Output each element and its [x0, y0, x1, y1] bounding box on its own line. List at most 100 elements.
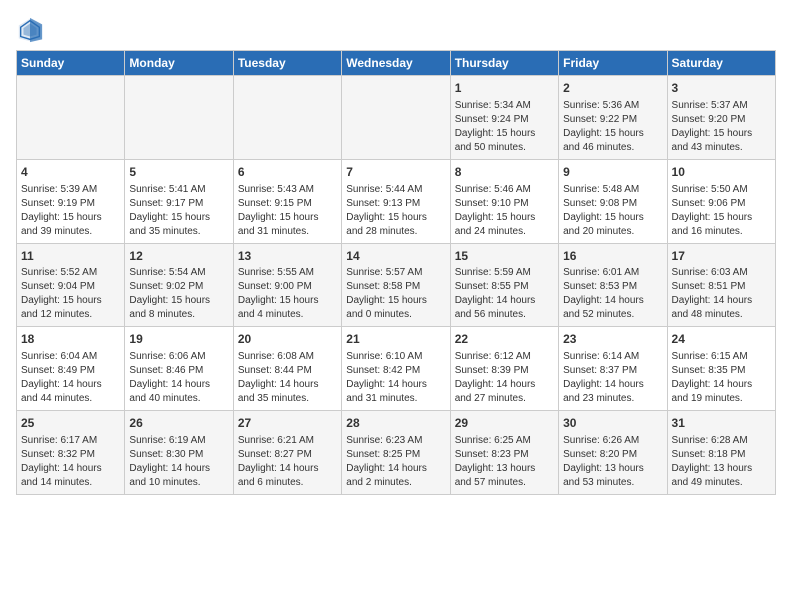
day-number: 6: [238, 164, 337, 181]
day-info: Daylight: 13 hours and 49 minutes.: [672, 462, 771, 490]
day-cell: [125, 76, 233, 160]
days-header-row: SundayMondayTuesdayWednesdayThursdayFrid…: [17, 51, 776, 76]
day-number: 9: [563, 164, 662, 181]
day-number: 13: [238, 248, 337, 265]
day-info: Sunset: 9:06 PM: [672, 197, 771, 211]
day-info: Sunset: 8:39 PM: [455, 364, 554, 378]
day-info: Sunset: 8:23 PM: [455, 448, 554, 462]
day-cell: 31 Sunrise: 6:28 AMSunset: 8:18 PMDayligh…: [667, 411, 775, 495]
day-cell: 28Sunrise: 6:23 AMSunset: 8:25 PMDayligh…: [342, 411, 450, 495]
day-cell: 5Sunrise: 5:41 AMSunset: 9:17 PMDaylight…: [125, 159, 233, 243]
day-cell: 27Sunrise: 6:21 AMSunset: 8:27 PMDayligh…: [233, 411, 341, 495]
logo: [16, 16, 48, 44]
day-info: Sunset: 8:35 PM: [672, 364, 771, 378]
day-info: Sunrise: 5:39 AM: [21, 183, 120, 197]
day-number: 18: [21, 331, 120, 348]
day-cell: 14Sunrise: 5:57 AMSunset: 8:58 PMDayligh…: [342, 243, 450, 327]
day-info: Daylight: 15 hours and 31 minutes.: [238, 211, 337, 239]
day-info: Daylight: 15 hours and 50 minutes.: [455, 127, 554, 155]
day-info: Sunrise: 5:43 AM: [238, 183, 337, 197]
day-number: 3: [672, 80, 771, 97]
week-row-2: 4Sunrise: 5:39 AMSunset: 9:19 PMDaylight…: [17, 159, 776, 243]
day-info: Sunrise: 6:19 AM: [129, 434, 228, 448]
day-cell: 26 Sunrise: 6:19 AMSunset: 8:30 PMDayligh…: [125, 411, 233, 495]
day-info: Daylight: 13 hours and 57 minutes.: [455, 462, 554, 490]
day-info: Sunset: 9:02 PM: [129, 280, 228, 294]
day-number: 16: [563, 248, 662, 265]
day-info: Sunset: 9:24 PM: [455, 113, 554, 127]
day-number: 29: [455, 415, 554, 432]
day-cell: 17Sunrise: 6:03 AMSunset: 8:51 PMDayligh…: [667, 243, 775, 327]
day-header-saturday: Saturday: [667, 51, 775, 76]
day-info: Sunrise: 6:17 AM: [21, 434, 120, 448]
day-info: Sunrise: 6:12 AM: [455, 350, 554, 364]
day-cell: 19Sunrise: 6:06 AMSunset: 8:46 PMDayligh…: [125, 327, 233, 411]
day-info: Sunset: 8:46 PM: [129, 364, 228, 378]
day-info: Daylight: 15 hours and 20 minutes.: [563, 211, 662, 239]
day-number: 20: [238, 331, 337, 348]
day-info: Sunset: 8:37 PM: [563, 364, 662, 378]
day-number: 26: [129, 415, 228, 432]
day-info: Daylight: 15 hours and 4 minutes.: [238, 294, 337, 322]
day-number: 2: [563, 80, 662, 97]
day-info: Sunset: 8:30 PM: [129, 448, 228, 462]
day-info: Daylight: 14 hours and 56 minutes.: [455, 294, 554, 322]
day-info: Sunrise: 6:06 AM: [129, 350, 228, 364]
day-info: Daylight: 14 hours and 23 minutes.: [563, 378, 662, 406]
day-info: Daylight: 14 hours and 6 minutes.: [238, 462, 337, 490]
day-info: Sunset: 8:18 PM: [672, 448, 771, 462]
day-info: Sunrise: 5:57 AM: [346, 266, 445, 280]
day-cell: 25Sunrise: 6:17 AMSunset: 8:32 PMDayligh…: [17, 411, 125, 495]
day-number: 31: [672, 415, 771, 432]
day-cell: 9Sunrise: 5:48 AMSunset: 9:08 PMDaylight…: [559, 159, 667, 243]
day-info: Daylight: 15 hours and 0 minutes.: [346, 294, 445, 322]
day-info: Sunrise: 5:54 AM: [129, 266, 228, 280]
day-info: Sunrise: 6:03 AM: [672, 266, 771, 280]
day-info: Daylight: 14 hours and 40 minutes.: [129, 378, 228, 406]
day-info: Daylight: 13 hours and 53 minutes.: [563, 462, 662, 490]
day-cell: 1Sunrise: 5:34 AMSunset: 9:24 PMDaylight…: [450, 76, 558, 160]
day-info: Sunrise: 5:59 AM: [455, 266, 554, 280]
day-cell: 2Sunrise: 5:36 AMSunset: 9:22 PMDaylight…: [559, 76, 667, 160]
day-cell: 13Sunrise: 5:55 AMSunset: 9:00 PMDayligh…: [233, 243, 341, 327]
day-cell: 15Sunrise: 5:59 AMSunset: 8:55 PMDayligh…: [450, 243, 558, 327]
day-info: Sunset: 8:51 PM: [672, 280, 771, 294]
week-row-1: 1Sunrise: 5:34 AMSunset: 9:24 PMDaylight…: [17, 76, 776, 160]
day-info: Daylight: 14 hours and 48 minutes.: [672, 294, 771, 322]
day-header-friday: Friday: [559, 51, 667, 76]
week-row-3: 11Sunrise: 5:52 AMSunset: 9:04 PMDayligh…: [17, 243, 776, 327]
day-info: Daylight: 14 hours and 35 minutes.: [238, 378, 337, 406]
day-info: Sunset: 9:04 PM: [21, 280, 120, 294]
day-header-wednesday: Wednesday: [342, 51, 450, 76]
day-info: Daylight: 15 hours and 12 minutes.: [21, 294, 120, 322]
day-info: Sunset: 8:25 PM: [346, 448, 445, 462]
day-info: Daylight: 14 hours and 10 minutes.: [129, 462, 228, 490]
day-info: Sunset: 8:49 PM: [21, 364, 120, 378]
day-info: Daylight: 15 hours and 8 minutes.: [129, 294, 228, 322]
day-info: Sunrise: 6:26 AM: [563, 434, 662, 448]
day-info: Sunrise: 5:36 AM: [563, 99, 662, 113]
day-info: Sunset: 8:27 PM: [238, 448, 337, 462]
day-number: 12: [129, 248, 228, 265]
day-info: Sunrise: 5:55 AM: [238, 266, 337, 280]
day-number: 27: [238, 415, 337, 432]
day-info: Sunrise: 6:28 AM: [672, 434, 771, 448]
day-info: Daylight: 15 hours and 24 minutes.: [455, 211, 554, 239]
day-info: Sunrise: 5:48 AM: [563, 183, 662, 197]
day-info: Daylight: 15 hours and 39 minutes.: [21, 211, 120, 239]
day-info: Daylight: 14 hours and 14 minutes.: [21, 462, 120, 490]
day-number: 8: [455, 164, 554, 181]
day-info: Sunset: 9:20 PM: [672, 113, 771, 127]
day-info: Sunset: 8:20 PM: [563, 448, 662, 462]
day-info: Sunrise: 6:04 AM: [21, 350, 120, 364]
day-cell: [342, 76, 450, 160]
day-info: Sunrise: 5:50 AM: [672, 183, 771, 197]
day-info: Daylight: 14 hours and 2 minutes.: [346, 462, 445, 490]
day-cell: [233, 76, 341, 160]
day-number: 1: [455, 80, 554, 97]
day-header-sunday: Sunday: [17, 51, 125, 76]
day-info: Sunset: 9:15 PM: [238, 197, 337, 211]
day-info: Sunset: 9:19 PM: [21, 197, 120, 211]
day-cell: 8Sunrise: 5:46 AMSunset: 9:10 PMDaylight…: [450, 159, 558, 243]
day-cell: 16Sunrise: 6:01 AMSunset: 8:53 PMDayligh…: [559, 243, 667, 327]
